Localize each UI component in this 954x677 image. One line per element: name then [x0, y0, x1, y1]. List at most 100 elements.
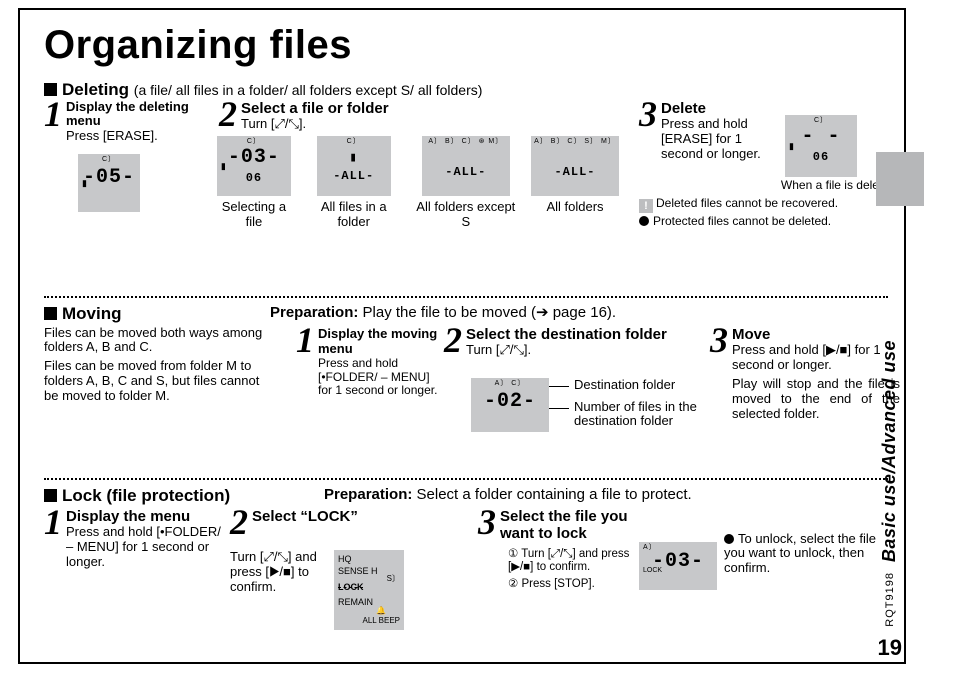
step-title: Select the file you want to lock: [500, 508, 660, 543]
lcd-sub: -ALL-: [445, 165, 486, 179]
step-number: 3: [478, 508, 500, 537]
step-body: Turn [⤢/⤡].: [241, 117, 389, 132]
lcd-display: A〕 B〕 C〕 ⊛ M〕 -ALL-: [422, 136, 510, 196]
lcd-main: -05-: [83, 166, 135, 189]
preparation-body: Select a folder containing a file to pro…: [417, 486, 692, 503]
step-title: Select a file or folder: [241, 100, 389, 117]
lcd-caption: All folders except S: [415, 200, 517, 230]
lock-step-2: 2 Select “LOCK” Turn [⤢/⤡] and press [▶/…: [230, 508, 460, 631]
lcd-display: HQ SENSE H S〕 LOCK REMAIN 🔔ALL BEEP: [334, 550, 404, 630]
lcd-top: A〕 B〕 C〕 S〕 M〕: [531, 138, 619, 146]
step-body: Press and hold [•FOLDER/ – MENU] for 1 s…: [66, 525, 224, 570]
unlock-note: To unlock, select the file you want to u…: [724, 531, 876, 576]
page-title: Organizing files: [44, 22, 888, 68]
lcd-top: C〕: [785, 117, 857, 125]
step-substep: ② Press [STOP].: [508, 578, 638, 591]
lcd-top: C〕: [217, 138, 291, 146]
lcd-display: A〕 B〕 C〕 S〕 M〕 -ALL-: [531, 136, 619, 196]
lcd-sub: 06: [246, 171, 262, 185]
lcd-display: C〕 ▮ -05-: [78, 154, 140, 212]
section-lock: Lock (file protection) Preparation: Sele…: [44, 486, 888, 616]
lcd-display: A〕 C〕 -02-: [471, 378, 549, 432]
lcd-top: A〕 C〕: [471, 380, 549, 388]
preparation-body: Play the file to be moved (➔ page 16).: [363, 304, 617, 321]
lcd-side-icon: ▮: [82, 178, 87, 188]
lcd-main: -02-: [484, 390, 536, 413]
deleting-subheading: (a file/ all files in a folder/ all fold…: [134, 82, 483, 98]
lcd-top: C〕: [317, 138, 391, 146]
lock-step-1: 1 Display the menu Press and hold [•FOLD…: [44, 508, 224, 570]
lcd-caption: All files in a folder: [307, 200, 401, 230]
lcd-display: C〕 ▮ - - 06: [785, 115, 857, 177]
callout-text: Number of files in the destination folde…: [574, 400, 714, 430]
step-body: Press and hold [ERASE] for 1 second or l…: [661, 117, 779, 162]
lcd-icon-label: ALL BEEP: [362, 616, 400, 625]
step-number: 2: [219, 100, 241, 129]
step-body: Turn [⤢/⤡].: [466, 343, 667, 358]
lcd-side-icon: ▮: [789, 141, 794, 151]
lcd-side-icon: ▮: [221, 161, 226, 171]
moving-step-1: 1 Display the moving menu Press and hold…: [296, 326, 446, 399]
deleting-step-3: 3 Delete Press and hold [ERASE] for 1 se…: [639, 100, 899, 229]
bullet-icon: [639, 216, 649, 226]
manual-page: Organizing files Deleting (a file/ all f…: [18, 8, 906, 664]
step-title: Delete: [661, 100, 779, 117]
page-number: 19: [878, 635, 902, 660]
lcd-display: A〕 LOCK -03-: [639, 542, 717, 590]
doc-code: RQT9198: [884, 572, 897, 627]
lcd-sub: 06: [813, 150, 829, 164]
step-body: Turn [⤢/⤡] and press [▶/■] to confirm.: [230, 550, 326, 630]
deleting-step-1: 1 Display the deleting menu Press [ERASE…: [44, 100, 214, 213]
step-number: 3: [639, 100, 661, 129]
step-body: Press [ERASE].: [66, 129, 214, 144]
section-tab-label: Basic use/Advanced use: [879, 340, 900, 562]
lock-icon: LOCK: [643, 567, 662, 575]
section-deleting: Deleting (a file/ all files in a folder/…: [44, 80, 888, 290]
divider: [44, 478, 888, 480]
lcd-main: - -: [801, 125, 840, 148]
step-title: Select “LOCK”: [252, 508, 358, 525]
lcd-sj: S〕: [387, 574, 400, 584]
step-number: 2: [444, 326, 466, 355]
moving-intro-2: Files can be moved from folder M to fold…: [44, 359, 274, 404]
square-bullet-icon: [44, 489, 57, 502]
deleting-heading-text: Deleting: [62, 80, 129, 99]
lcd-display: C〕 ▮ -03- 06: [217, 136, 291, 196]
moving-intro-1: Files can be moved both ways among folde…: [44, 326, 274, 356]
lcd-top: A〕 B〕 C〕 ⊛ M〕: [422, 138, 510, 146]
lcd-main: ▮: [349, 150, 358, 165]
step-title: Display the deleting menu: [66, 100, 214, 130]
callout-text: Destination folder: [574, 378, 675, 393]
step-number: 2: [230, 508, 252, 537]
divider: [44, 296, 888, 298]
deleting-step-2: 2 Select a file or folder Turn [⤢/⤡]. C〕…: [219, 100, 619, 230]
preparation-label: Preparation:: [324, 486, 412, 503]
moving-step-2: 2 Select the destination folder Turn [⤢/…: [444, 326, 714, 358]
lock-heading-text: Lock (file protection): [62, 486, 230, 505]
lcd-top: C〕: [78, 156, 140, 164]
lcd-main: -03-: [228, 146, 280, 169]
lcd-caption: All folders: [546, 200, 603, 215]
lcd-sub: -ALL-: [333, 169, 374, 183]
warning-icon: !: [639, 199, 653, 213]
lcd-display: C〕 ▮ -ALL-: [317, 136, 391, 196]
step-body: Press and hold [•FOLDER/ – MENU] for 1 s…: [318, 357, 446, 398]
bullet-icon: [724, 534, 734, 544]
preparation-label: Preparation:: [270, 304, 358, 321]
step-title: Select the destination folder: [466, 326, 667, 343]
lcd-top: A〕: [643, 544, 717, 552]
step-number: 3: [710, 326, 732, 355]
square-bullet-icon: [44, 307, 57, 320]
step-substep: ① Turn [⤢/⤡] and press [▶/■] to confirm.: [508, 548, 638, 574]
step-number: 1: [44, 508, 66, 537]
step-number: 1: [296, 326, 318, 355]
warning-text: Deleted files cannot be recovered.: [656, 196, 838, 210]
page-sidebar: Basic use/Advanced use RQT9198 19: [872, 10, 906, 662]
step-title: Display the menu: [66, 508, 224, 525]
lcd-caption: Selecting a file: [215, 200, 293, 230]
section-moving: Moving Files can be moved both ways amon…: [44, 304, 888, 472]
lcd-sub: -ALL-: [554, 165, 595, 179]
step-title: Display the moving menu: [318, 326, 446, 357]
lcd-line: HQ: [338, 554, 400, 566]
tab-marker: [876, 152, 924, 206]
